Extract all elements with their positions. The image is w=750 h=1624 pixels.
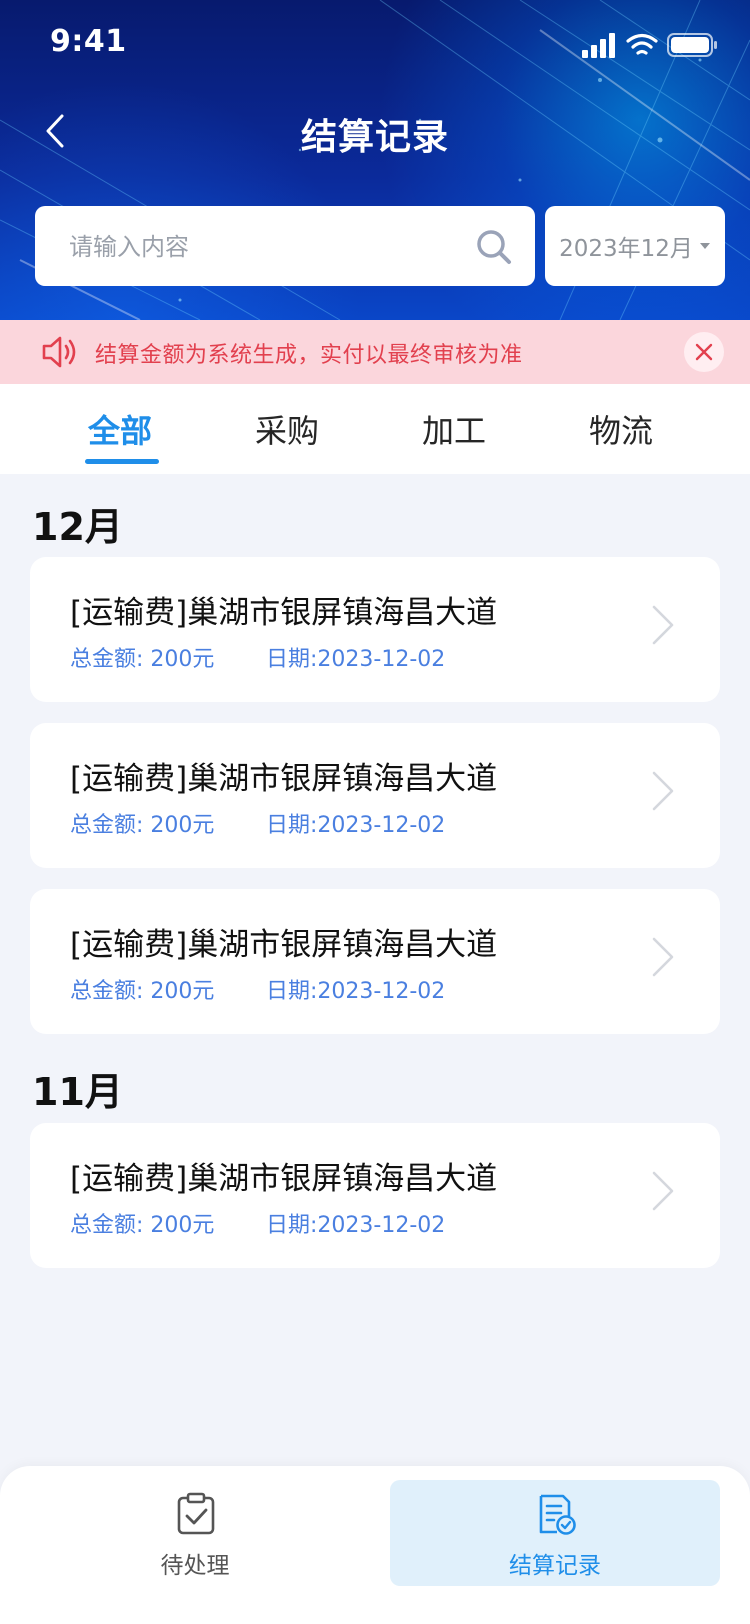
record-date: 日期:2023-12-02 bbox=[266, 979, 446, 1004]
bottom-tab-label: 待处理 bbox=[160, 1553, 230, 1579]
nav-bar: 结算记录 bbox=[0, 96, 750, 168]
record-card[interactable]: [运输费]巢湖市银屏镇海昌大道 总金额: 200元 日期:2023-12-02 bbox=[30, 1123, 720, 1268]
search-box[interactable] bbox=[35, 206, 535, 288]
record-amount: 总金额: 200元 bbox=[70, 813, 215, 838]
notice-banner: 结算金额为系统生成，实付以最终审核为准 bbox=[0, 320, 750, 384]
chevron-right-icon bbox=[652, 605, 674, 645]
record-card[interactable]: [运输费]巢湖市银屏镇海昌大道 总金额: 200元 日期:2023-12-02 bbox=[30, 723, 720, 868]
tab-active-indicator bbox=[85, 459, 159, 464]
group-title: 12月 bbox=[32, 505, 123, 549]
search-icon[interactable] bbox=[475, 228, 513, 266]
tab-label: 物流 bbox=[588, 412, 653, 450]
record-amount: 总金额: 200元 bbox=[70, 979, 215, 1004]
close-icon bbox=[695, 343, 713, 361]
signal-icon bbox=[582, 33, 615, 58]
category-tabs: 全部 采购 加工 物流 bbox=[0, 384, 750, 474]
tab-purchase[interactable]: 采购 bbox=[207, 384, 367, 474]
page-title: 结算记录 bbox=[300, 117, 449, 158]
record-date: 日期:2023-12-02 bbox=[266, 647, 446, 672]
clipboard-check-icon bbox=[177, 1492, 215, 1535]
date-filter-value: 2023年12月 bbox=[559, 236, 693, 262]
group-title: 11月 bbox=[32, 1070, 123, 1114]
notice-close-button[interactable] bbox=[684, 332, 724, 372]
tab-logistics[interactable]: 物流 bbox=[541, 384, 701, 474]
battery-icon bbox=[667, 33, 717, 57]
record-date: 日期:2023-12-02 bbox=[266, 813, 446, 838]
tab-all[interactable]: 全部 bbox=[40, 384, 200, 474]
status-icons bbox=[582, 33, 717, 58]
chevron-right-icon bbox=[652, 1171, 674, 1211]
bottom-tab-settlement-records[interactable]: 结算记录 bbox=[390, 1480, 720, 1586]
record-title: [运输费]巢湖市银屏镇海昌大道 bbox=[70, 595, 498, 631]
caret-down-icon bbox=[699, 243, 710, 249]
chevron-right-icon bbox=[652, 771, 674, 811]
status-time: 9:41 bbox=[50, 24, 127, 59]
record-title: [运输费]巢湖市银屏镇海昌大道 bbox=[70, 1161, 498, 1197]
record-amount: 总金额: 200元 bbox=[70, 1213, 215, 1238]
speaker-icon bbox=[42, 336, 76, 368]
tab-processing[interactable]: 加工 bbox=[374, 384, 534, 474]
chevron-right-icon bbox=[652, 937, 674, 977]
tab-label: 采购 bbox=[254, 412, 319, 450]
wifi-icon bbox=[626, 33, 658, 55]
record-card[interactable]: [运输费]巢湖市银屏镇海昌大道 总金额: 200元 日期:2023-12-02 bbox=[30, 557, 720, 702]
record-amount: 总金额: 200元 bbox=[70, 647, 215, 672]
bottom-tab-label: 结算记录 bbox=[509, 1553, 601, 1579]
record-title: [运输费]巢湖市银屏镇海昌大道 bbox=[70, 927, 498, 963]
tab-label: 全部 bbox=[87, 412, 152, 450]
tab-label: 加工 bbox=[421, 412, 486, 450]
date-filter-select[interactable]: 2023年12月 bbox=[545, 206, 725, 286]
record-title: [运输费]巢湖市银屏镇海昌大道 bbox=[70, 761, 498, 797]
search-input[interactable] bbox=[67, 206, 471, 288]
record-card[interactable]: [运输费]巢湖市银屏镇海昌大道 总金额: 200元 日期:2023-12-02 bbox=[30, 889, 720, 1034]
status-bar: 9:41 bbox=[0, 0, 750, 88]
bottom-nav: 待处理 结算记录 bbox=[0, 1466, 750, 1624]
document-check-icon bbox=[539, 1494, 576, 1535]
record-date: 日期:2023-12-02 bbox=[266, 1213, 446, 1238]
bottom-tab-pending[interactable]: 待处理 bbox=[30, 1480, 360, 1586]
notice-text: 结算金额为系统生成，实付以最终审核为准 bbox=[95, 343, 523, 368]
